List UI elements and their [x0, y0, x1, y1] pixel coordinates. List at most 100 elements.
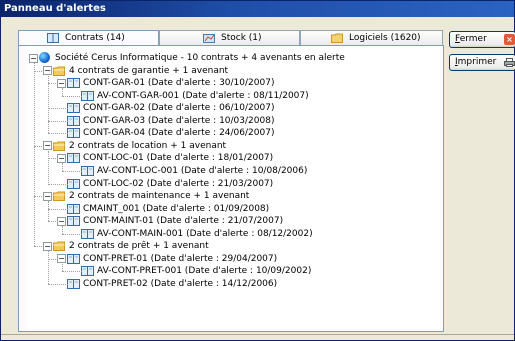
amendment-item[interactable]: AV-CONT-GAR-001 (Date d'alerte : 08/11/2…	[27, 90, 443, 102]
tree-connector	[34, 63, 35, 247]
tree-connector	[34, 246, 44, 248]
tree-connector	[48, 83, 58, 85]
folder-icon	[53, 241, 65, 252]
tree-node-label: Société Cerus Informatique - 10 contrats…	[55, 53, 345, 63]
contract-book-icon	[67, 153, 80, 164]
tree-node-label: CMAINT_001 (Date d'alerte : 01/09/2008)	[83, 203, 270, 214]
tab-strip: Contrats (14) Stock (1) Logiciels (1620)	[18, 30, 443, 46]
tree-connector	[48, 221, 58, 223]
collapse-icon[interactable]: −	[43, 191, 52, 201]
tree-node-label: CONT-GAR-02 (Date d'alerte : 06/10/2007)	[83, 103, 275, 114]
tree-group[interactable]: − 4 contrats de garantie + 1 avenant	[27, 65, 443, 77]
tree-group[interactable]: − 2 contrats de prêt + 1 avenant	[27, 240, 443, 252]
tab-label: Contrats (14)	[65, 33, 125, 43]
tree-connector	[62, 95, 82, 97]
tree-node-label: CONT-LOC-01 (Date d'alerte : 18/01/2007)	[83, 153, 274, 164]
collapse-icon[interactable]: −	[43, 241, 52, 251]
tab-stock[interactable]: Stock (1)	[159, 30, 300, 45]
tree-node-label: AV-CONT-GAR-001 (Date d'alerte : 08/11/2…	[97, 90, 309, 101]
folder-icon	[53, 191, 65, 202]
tree-node-label: AV-CONT-MAIN-001 (Date d'alerte : 08/12/…	[97, 228, 313, 239]
close-button[interactable]: Fermer ×	[449, 31, 515, 48]
printer-icon	[504, 58, 515, 67]
tree-connector	[34, 196, 44, 198]
contract-item[interactable]: CONT-PRET-02 (Date d'alerte : 14/12/2006…	[27, 278, 443, 290]
contract-book-icon	[81, 90, 94, 101]
amendment-item[interactable]: AV-CONT-PRET-001 (Date d'alerte : 10/09/…	[27, 265, 443, 277]
tree-node-label: CONT-GAR-03 (Date d'alerte : 10/03/2008)	[83, 115, 275, 126]
tree-node-label: AV-CONT-PRET-001 (Date d'alerte : 10/09/…	[97, 266, 312, 277]
tree-connector	[62, 233, 82, 235]
amendment-item[interactable]: AV-CONT-MAIN-001 (Date d'alerte : 08/12/…	[27, 228, 443, 240]
collapse-icon[interactable]: −	[57, 78, 66, 88]
contract-item[interactable]: − CONT-LOC-01 (Date d'alerte : 18/01/2007…	[27, 152, 443, 164]
collapse-icon[interactable]: −	[57, 216, 66, 226]
globe-icon	[39, 52, 50, 63]
folder-icon	[53, 141, 65, 151]
contract-item[interactable]: CONT-GAR-04 (Date d'alerte : 24/06/2007)	[27, 127, 443, 139]
tree-node-label: 4 contrats de garantie + 1 avenant	[69, 65, 229, 76]
contract-book-icon	[81, 228, 94, 239]
amendment-item[interactable]: AV-CONT-LOC-001 (Date d'alerte : 10/08/2…	[27, 165, 443, 177]
alerts-window: Panneau d'alertes Contrats (14) Stock (1…	[0, 0, 515, 341]
tree-connector	[34, 145, 44, 147]
tree-connector	[62, 271, 82, 273]
tab-contrats[interactable]: Contrats (14)	[18, 30, 159, 46]
tree-node-label: CONT-PRET-02 (Date d'alerte : 14/12/2006…	[83, 278, 278, 289]
window-title: Panneau d'alertes	[1, 1, 514, 17]
collapse-icon[interactable]: −	[57, 153, 66, 163]
contract-book-icon	[67, 115, 80, 126]
tree-node-label: 2 contrats de prêt + 1 avenant	[69, 241, 209, 252]
tree-node-label: CONT-GAR-01 (Date d'alerte : 30/10/2007)	[83, 78, 275, 89]
contract-book-icon	[67, 203, 80, 214]
contract-book-icon	[67, 178, 80, 189]
tree-connector	[48, 208, 68, 210]
print-button[interactable]: Imprimer	[449, 54, 515, 71]
contract-item[interactable]: CONT-GAR-03 (Date d'alerte : 10/03/2008)	[27, 115, 443, 127]
contract-book-icon	[67, 78, 80, 89]
alerts-tree[interactable]: − Société Cerus Informatique - 10 contrat…	[27, 46, 443, 330]
status-bar	[1, 334, 514, 341]
tree-connector	[48, 283, 68, 285]
tree-node-label: AV-CONT-LOC-001 (Date d'alerte : 10/08/2…	[97, 165, 308, 176]
tree-node-label: CONT-LOC-02 (Date d'alerte : 21/03/2007)	[83, 178, 274, 189]
contract-book-icon	[67, 128, 80, 139]
contract-book-icon	[67, 216, 80, 227]
tree-node-label: CONT-MAINT-01 (Date d'alerte : 21/07/200…	[83, 216, 284, 227]
tree-connector	[62, 170, 82, 172]
contract-item[interactable]: CONT-LOC-02 (Date d'alerte : 21/03/2007)	[27, 178, 443, 190]
tree-group[interactable]: − 2 contrats de location + 1 avenant	[27, 140, 443, 152]
tree-connector	[62, 88, 63, 96]
contract-book-icon	[67, 103, 80, 114]
tree-node-label: 2 contrats de location + 1 avenant	[69, 140, 227, 151]
tab-label: Stock (1)	[221, 33, 262, 43]
tree-connector	[48, 133, 68, 135]
tree-connector	[48, 201, 49, 222]
close-button-label: ermer	[459, 34, 487, 44]
collapse-icon[interactable]: −	[43, 66, 52, 76]
contract-item[interactable]: − CONT-GAR-01 (Date d'alerte : 30/10/2007…	[27, 77, 443, 89]
contract-book-icon	[81, 165, 94, 176]
tab-logiciels[interactable]: Logiciels (1620)	[300, 30, 443, 45]
tree-connector	[48, 120, 68, 122]
contract-book-icon	[67, 278, 80, 289]
contract-item[interactable]: − CONT-MAINT-01 (Date d'alerte : 21/07/20…	[27, 215, 443, 227]
tree-connector	[48, 158, 58, 160]
contract-item[interactable]: − CONT-PRET-01 (Date d'alerte : 29/04/200…	[27, 253, 443, 265]
contract-item[interactable]: CMAINT_001 (Date d'alerte : 01/09/2008)	[27, 203, 443, 215]
tree-connector	[62, 263, 63, 272]
collapse-icon[interactable]: −	[57, 254, 66, 264]
collapse-icon[interactable]: −	[43, 141, 52, 151]
tree-root[interactable]: − Société Cerus Informatique - 10 contrat…	[27, 52, 443, 64]
tree-group[interactable]: − 2 contrats de maintenance + 1 avenant	[27, 190, 443, 202]
close-icon: ×	[504, 34, 515, 45]
contract-book-icon	[81, 266, 94, 277]
tree-connector	[62, 226, 63, 234]
contract-item[interactable]: CONT-GAR-02 (Date d'alerte : 06/10/2007)	[27, 102, 443, 114]
tree-connector	[48, 108, 68, 110]
collapse-icon[interactable]: −	[29, 53, 38, 63]
folder-icon	[331, 33, 343, 43]
contract-book-icon	[67, 253, 80, 264]
tree-node-label: CONT-GAR-04 (Date d'alerte : 24/06/2007)	[83, 128, 275, 139]
tree-connector	[48, 183, 68, 185]
